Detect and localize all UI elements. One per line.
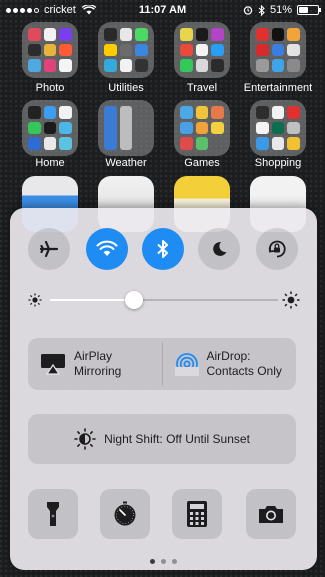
timer-button[interactable] bbox=[100, 489, 150, 539]
brightness-high-icon bbox=[282, 291, 300, 309]
folder-utilities[interactable] bbox=[98, 22, 154, 78]
folder-label-games: Games bbox=[184, 157, 220, 169]
folder-label-shopping: Shopping bbox=[254, 157, 302, 169]
airplay-label-line1: AirPlay bbox=[74, 349, 113, 363]
moon-icon bbox=[213, 241, 227, 256]
folder-label-entertainment: Entertainment bbox=[243, 82, 313, 94]
rotation-lock-icon bbox=[268, 240, 286, 258]
folder-label-photo: Photo bbox=[35, 82, 65, 94]
airdrop-label-line1: AirDrop: bbox=[206, 349, 251, 363]
folder-shopping[interactable] bbox=[250, 100, 306, 156]
folder-label-home: Home bbox=[35, 157, 65, 169]
airdrop-icon bbox=[174, 353, 199, 376]
do-not-disturb-toggle[interactable] bbox=[198, 228, 240, 270]
camera-button[interactable] bbox=[246, 489, 296, 539]
folder-label-weather: Weather bbox=[105, 157, 147, 169]
flashlight-icon bbox=[47, 502, 59, 526]
battery-percentage: 51% bbox=[269, 4, 292, 16]
brightness-track bbox=[50, 299, 278, 301]
rotation-lock-toggle[interactable] bbox=[256, 228, 298, 270]
status-bar: cricket 11:07 AM 51% bbox=[0, 0, 325, 20]
airplane-mode-toggle[interactable] bbox=[28, 228, 70, 270]
folder-label-utilities: Utilities bbox=[108, 82, 144, 94]
camera-icon bbox=[259, 506, 283, 523]
wifi-toggle[interactable] bbox=[86, 228, 128, 270]
folder-games[interactable] bbox=[174, 100, 230, 156]
night-shift-icon bbox=[74, 428, 96, 450]
calculator-icon bbox=[187, 501, 207, 527]
night-shift-label: Night Shift: Off Until Sunset bbox=[104, 431, 250, 446]
bluetooth-toggle[interactable] bbox=[142, 228, 184, 270]
page-dot[interactable] bbox=[150, 559, 155, 564]
page-dot[interactable] bbox=[161, 559, 166, 564]
airplay-mirroring-button[interactable]: AirPlay Mirroring bbox=[28, 338, 162, 390]
brightness-slider[interactable] bbox=[28, 290, 300, 310]
control-center: AirPlay Mirroring AirDrop: Contacts Only bbox=[10, 208, 317, 570]
airplane-icon bbox=[39, 240, 59, 258]
brightness-knob[interactable] bbox=[125, 291, 144, 309]
folder-label-travel: Travel bbox=[186, 82, 218, 94]
airdrop-button[interactable]: AirDrop: Contacts Only bbox=[163, 338, 297, 390]
folder-photo[interactable] bbox=[22, 22, 78, 78]
page-indicator bbox=[10, 559, 317, 564]
alarm-icon bbox=[243, 6, 253, 15]
folder-entertainment[interactable] bbox=[250, 22, 306, 78]
airplay-label-line2: Mirroring bbox=[74, 364, 122, 378]
brightness-low-icon bbox=[28, 293, 42, 307]
airplay-icon bbox=[41, 354, 65, 375]
airdrop-label-line2: Contacts Only bbox=[206, 364, 282, 378]
bluetooth-icon bbox=[157, 240, 168, 258]
calculator-button[interactable] bbox=[172, 489, 222, 539]
folder-home[interactable] bbox=[22, 100, 78, 156]
bluetooth-status-icon bbox=[258, 4, 265, 16]
flashlight-button[interactable] bbox=[28, 489, 78, 539]
wifi-icon bbox=[96, 240, 118, 256]
folder-weather[interactable] bbox=[98, 100, 154, 156]
folder-travel[interactable] bbox=[174, 22, 230, 78]
timer-icon bbox=[114, 501, 136, 526]
page-dot[interactable] bbox=[172, 559, 177, 564]
airplay-airdrop-row: AirPlay Mirroring AirDrop: Contacts Only bbox=[28, 338, 296, 390]
night-shift-button[interactable]: Night Shift: Off Until Sunset bbox=[28, 414, 296, 464]
battery-icon bbox=[297, 5, 321, 15]
